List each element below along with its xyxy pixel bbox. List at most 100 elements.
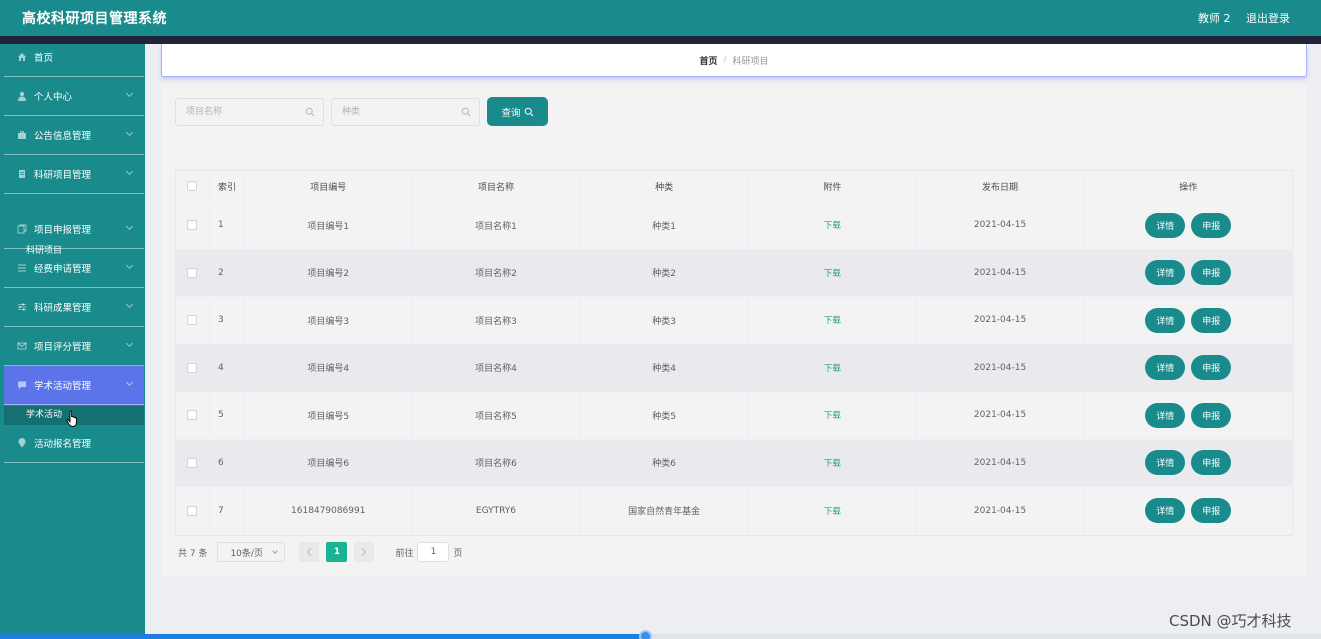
apply-button[interactable]: 申报 <box>1191 355 1232 381</box>
project-table: 索引 项目编号 项目名称 种类 附件 发布日期 操作 1 项目编号1 项目名称1… <box>175 170 1293 536</box>
row-project-name: 项目名称3 <box>413 297 581 344</box>
row-publish-date: 2021-04-15 <box>917 344 1085 391</box>
row-actions: 详情 申报 <box>1084 392 1292 439</box>
row-project-code: 1618479086991 <box>245 487 413 535</box>
page-number-current[interactable]: 1 <box>326 542 348 562</box>
download-link[interactable]: 下载 <box>824 314 841 326</box>
row-checkbox[interactable] <box>187 410 198 421</box>
sidebar-item-label: 项目评分管理 <box>34 342 92 353</box>
detail-button[interactable]: 详情 <box>1145 260 1186 286</box>
type-input[interactable] <box>332 99 452 125</box>
type-search[interactable] <box>331 98 480 126</box>
detail-button[interactable]: 详情 <box>1145 402 1186 428</box>
sidebar-item-home[interactable]: 首页 <box>4 38 144 77</box>
search-icon <box>305 107 315 120</box>
apply-button[interactable]: 申报 <box>1191 402 1232 428</box>
project-name-search[interactable] <box>175 98 324 126</box>
row-index: 3 <box>210 297 245 344</box>
download-link[interactable]: 下载 <box>824 409 841 421</box>
sidebar-item-project-application[interactable]: 项目申报管理 <box>4 210 144 249</box>
project-name-input[interactable] <box>176 99 296 125</box>
breadcrumb-home[interactable]: 首页 <box>699 54 717 67</box>
sliders-icon <box>16 301 28 313</box>
download-link[interactable]: 下载 <box>824 505 841 517</box>
row-index: 7 <box>210 487 245 535</box>
row-type: 种类3 <box>580 297 749 344</box>
row-checkbox[interactable] <box>187 362 198 373</box>
main-panel: 查询 索引 项目编号 项目名称 种类 附件 发布日期 操作 1 项目编号1 项目… <box>161 84 1307 576</box>
apply-button[interactable]: 申报 <box>1191 307 1232 333</box>
pagination: 共 7 条 10条/页 1 前往 页 <box>178 542 462 562</box>
table-row: 6 项目编号6 项目名称6 种类6 下载 2021-04-15 详情 申报 <box>176 439 1292 487</box>
sidebar-item-project-scoring[interactable]: 项目评分管理 <box>4 327 144 366</box>
chevron-left-icon <box>307 548 312 556</box>
video-progress-bar[interactable] <box>0 630 1321 639</box>
row-actions: 详情 申报 <box>1084 297 1292 344</box>
query-button[interactable]: 查询 <box>487 97 548 126</box>
document-icon <box>16 168 28 180</box>
chevron-down-icon <box>125 128 134 137</box>
apply-button[interactable]: 申报 <box>1191 498 1232 524</box>
row-actions: 详情 申报 <box>1084 250 1292 297</box>
row-attachment-cell: 下载 <box>749 487 917 535</box>
row-checkbox-cell <box>176 202 210 249</box>
detail-button[interactable]: 详情 <box>1145 307 1186 333</box>
row-checkbox[interactable] <box>187 315 198 326</box>
sidebar-item-research-results[interactable]: 科研成果管理 <box>4 288 144 327</box>
download-link[interactable]: 下载 <box>824 267 841 279</box>
sidebar-item-funding[interactable]: 经费申请管理 <box>4 249 144 288</box>
row-checkbox[interactable] <box>187 220 198 231</box>
row-project-name: 项目名称4 <box>413 344 581 391</box>
sidebar-item-academic-activities[interactable]: 学术活动管理 <box>4 366 144 405</box>
apply-button[interactable]: 申报 <box>1191 450 1232 476</box>
prev-page-button[interactable] <box>299 542 320 562</box>
download-link[interactable]: 下载 <box>824 219 841 231</box>
progress-handle[interactable] <box>639 630 652 639</box>
sidebar-item-research-projects[interactable]: 科研项目管理 <box>4 155 144 194</box>
row-project-code: 项目编号5 <box>245 392 413 439</box>
logout-link[interactable]: 退出登录 <box>1246 10 1290 26</box>
row-publish-date: 2021-04-15 <box>917 487 1085 535</box>
detail-button[interactable]: 详情 <box>1145 355 1186 381</box>
table-row: 1 项目编号1 项目名称1 种类1 下载 2021-04-15 详情 申报 <box>176 202 1292 250</box>
download-link[interactable]: 下载 <box>824 362 841 374</box>
goto-page-input[interactable] <box>417 542 450 562</box>
row-index: 6 <box>210 439 245 486</box>
sidebar-item-label: 活动报名管理 <box>34 439 92 450</box>
select-all-checkbox[interactable] <box>187 181 198 191</box>
chevron-down-icon <box>125 222 134 231</box>
goto-suffix: 页 <box>453 548 463 559</box>
breadcrumb-current: 科研项目 <box>732 56 769 67</box>
detail-button[interactable]: 详情 <box>1145 450 1186 476</box>
sidebar-item-label: 科研成果管理 <box>34 303 92 314</box>
row-attachment-cell: 下载 <box>749 392 917 439</box>
row-attachment-cell: 下载 <box>749 439 917 486</box>
sidebar-item-notice[interactable]: 公告信息管理 <box>4 116 144 155</box>
row-type: 种类5 <box>580 392 749 439</box>
row-publish-date: 2021-04-15 <box>917 297 1085 344</box>
apply-button[interactable]: 申报 <box>1191 260 1232 286</box>
row-project-code: 项目编号4 <box>245 344 413 391</box>
progress-fill <box>0 634 645 639</box>
row-attachment-cell: 下载 <box>749 202 917 249</box>
detail-button[interactable]: 详情 <box>1145 212 1186 238</box>
row-checkbox[interactable] <box>187 267 198 278</box>
row-checkbox[interactable] <box>187 505 198 516</box>
header-type: 种类 <box>580 171 749 201</box>
row-publish-date: 2021-04-15 <box>917 202 1085 249</box>
row-checkbox[interactable] <box>187 457 198 468</box>
header-project-code: 项目编号 <box>245 171 413 201</box>
top-bar: 高校科研项目管理系统 教师 2 退出登录 <box>0 0 1321 36</box>
download-link[interactable]: 下载 <box>824 457 841 469</box>
sidebar-item-activity-registration[interactable]: 活动报名管理 <box>4 424 144 463</box>
page-size-select[interactable]: 10条/页 <box>217 542 286 562</box>
table-row: 2 项目编号2 项目名称2 种类2 下载 2021-04-15 详情 申报 <box>176 249 1292 297</box>
apply-button[interactable]: 申报 <box>1191 212 1232 238</box>
header-publish-date: 发布日期 <box>917 171 1085 201</box>
sidebar-item-personal-center[interactable]: 个人中心 <box>4 77 144 116</box>
row-project-name: 项目名称5 <box>413 392 581 439</box>
chat-icon <box>16 379 28 391</box>
row-project-code: 项目编号3 <box>245 297 413 344</box>
next-page-button[interactable] <box>354 542 375 562</box>
detail-button[interactable]: 详情 <box>1145 498 1186 524</box>
